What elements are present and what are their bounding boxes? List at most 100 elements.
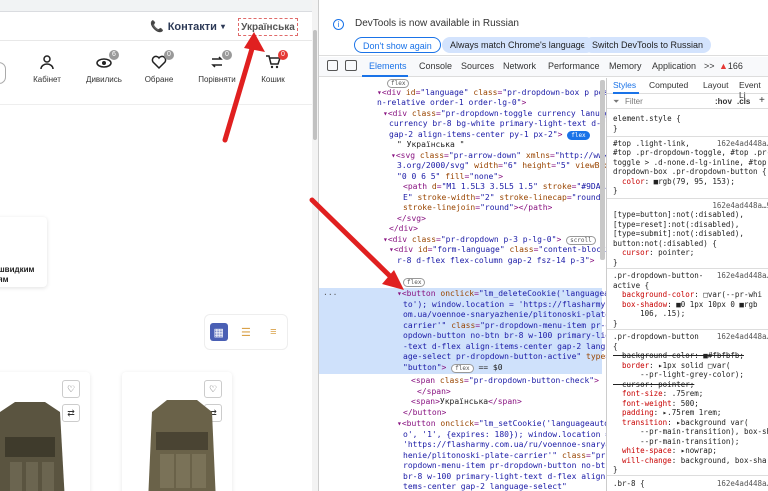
- tab-layout[interactable]: Layout: [703, 80, 729, 91]
- switch-language-button[interactable]: Switch DevTools to Russian: [584, 37, 712, 53]
- tree-line: " Українська ": [397, 140, 465, 149]
- tab-memory[interactable]: Memory: [609, 61, 642, 71]
- product-card[interactable]: ♡ ⇄: [122, 372, 232, 491]
- flex-badge[interactable]: flex: [403, 278, 426, 287]
- style-rule: }: [613, 186, 618, 195]
- compare-button[interactable]: 0 Порівняти: [192, 50, 242, 84]
- tree-line[interactable]: ▾<button onclick="lm_setCookie('language…: [397, 419, 606, 430]
- elements-scrollbar[interactable]: [600, 80, 605, 260]
- tree-line: ropdown-menu-item pr-dropdown-button no-…: [403, 461, 606, 470]
- website-pane: 📞 Контакти ▾ Українська Кабінет 6 Дивили…: [0, 0, 318, 491]
- style-rule: .br-8 { 162e4ad448a…9: [613, 479, 768, 488]
- node-menu-dots[interactable]: ···: [323, 290, 337, 301]
- style-rule: background-color: ■#fbfbfb;: [613, 351, 744, 360]
- account-label: Кабінет: [33, 75, 61, 84]
- header-icons: Кабінет 6 Дивились 0 Обране 0 Порівняти …: [0, 50, 318, 94]
- filter-input[interactable]: Filter: [625, 97, 643, 107]
- rule-separator: [607, 198, 768, 199]
- tree-line: carrier'" class="pr-dropdown-menu-item p…: [403, 321, 606, 330]
- list-view-icon[interactable]: ☰: [237, 323, 255, 341]
- tab-application[interactable]: Application: [652, 61, 696, 71]
- tab-performance[interactable]: Performance: [548, 61, 600, 71]
- contacts-menu[interactable]: 📞 Контакти ▾: [150, 20, 225, 34]
- cls-toggle[interactable]: .cls: [737, 97, 750, 107]
- tree-line-selected[interactable]: ▾<button onclick="lm_deleteCookie('langu…: [397, 289, 606, 300]
- tab-network[interactable]: Network: [503, 61, 536, 71]
- active-tab-indicator: [362, 75, 408, 77]
- favorites-badge: 0: [164, 50, 174, 60]
- favorites-button[interactable]: 0 Обране: [134, 50, 184, 84]
- styles-pane: Styles Computed Layout Event Li ⏷ Filter…: [607, 78, 768, 491]
- inspect-element-icon[interactable]: [327, 60, 338, 71]
- viewed-label: Дивились: [86, 75, 122, 84]
- warning-count-value: 166: [727, 61, 743, 71]
- site-scrollbar-thumb[interactable]: [313, 30, 317, 140]
- style-rule: }: [613, 258, 618, 267]
- style-rule: cursor: pointer;: [622, 248, 695, 257]
- cart-button[interactable]: 0 Кошик: [248, 50, 298, 84]
- tree-line[interactable]: <span>Українська</span>: [411, 397, 522, 408]
- rule-separator: [607, 329, 768, 330]
- compare-badge: 0: [222, 50, 232, 60]
- tree-line: 3.org/2000/svg" width="6" height="5" vie…: [397, 161, 606, 170]
- view-switcher: ▦ ☰ ≡: [204, 314, 288, 350]
- tree-line: tems-center gap-2 language-select": [403, 482, 567, 491]
- tree-line[interactable]: <path d="M1 1.5L3 3.5L5 1.5" stroke="#9D…: [403, 182, 606, 193]
- dont-show-again-button[interactable]: Don't show again: [354, 37, 441, 53]
- account-button[interactable]: Кабінет: [22, 54, 72, 84]
- style-rule: [type=button]:not(:disabled),: [613, 210, 744, 219]
- language-switcher[interactable]: Українська: [238, 18, 298, 36]
- tab-computed[interactable]: Computed: [649, 80, 688, 91]
- style-rule: }: [613, 465, 618, 474]
- tree-line[interactable]: ▾<div class="pr-dropdown-toggle currency…: [383, 109, 606, 120]
- browser-top-strip: [0, 0, 318, 12]
- tab-sources[interactable]: Sources: [461, 61, 494, 71]
- rule-separator: [607, 475, 768, 476]
- style-rule: .pr-dropdown-button 162e4ad448a…9: [613, 332, 768, 341]
- tree-line: to'); window.location = 'https://flashar…: [403, 300, 606, 309]
- style-rule: padding: ▸.75rem 1rem;: [622, 408, 722, 417]
- plate-carrier-image: [148, 400, 216, 491]
- chevron-down-icon: ▾: [220, 22, 225, 31]
- tree-line[interactable]: ▾<svg class="pr-arrow-down" xmlns="http:…: [391, 151, 606, 162]
- tab-console[interactable]: Console: [419, 61, 452, 71]
- flex-badge[interactable]: flex: [567, 131, 590, 140]
- scroll-badge[interactable]: scroll: [566, 236, 596, 245]
- info-icon: i: [333, 19, 344, 30]
- tree-line[interactable]: ▾<div class="pr-dropdown p-3 p-lg-0"> sc…: [383, 235, 596, 246]
- product-card[interactable]: ♡ ⇄: [0, 372, 90, 491]
- tab-styles[interactable]: Styles: [613, 80, 636, 91]
- tree-line: E" stroke-width="2" stroke-linecap="roun…: [403, 193, 606, 202]
- add-rule-icon[interactable]: +: [759, 96, 765, 106]
- compact-view-icon[interactable]: ≡: [264, 323, 282, 341]
- warning-icon: ▲: [719, 61, 728, 71]
- style-rule: --pr-light-grey-color);: [613, 370, 744, 379]
- styles-tabs: Styles Computed Layout Event Li: [607, 78, 768, 99]
- style-rule: element.style {: [613, 114, 681, 123]
- device-toolbar-icon[interactable]: [345, 60, 357, 71]
- warning-count[interactable]: ▲166: [719, 61, 743, 71]
- tree-line[interactable]: <span class="pr-dropdown-button-check">: [411, 376, 599, 387]
- feature-icon: [0, 233, 2, 253]
- language-label: Українська: [241, 21, 295, 33]
- filter-icon: ⏷: [613, 97, 620, 106]
- feature-card[interactable]: швидким ям: [0, 217, 47, 287]
- tab-elements[interactable]: Elements: [369, 61, 407, 71]
- tree-line: "button"> flex == $0: [403, 363, 503, 373]
- hov-toggle[interactable]: :hov: [715, 97, 732, 107]
- tree-line[interactable]: flex: [387, 78, 410, 89]
- more-tabs-button[interactable]: >>: [704, 61, 715, 71]
- tree-line[interactable]: ▾<div id="language" class="pr-dropdown-b…: [377, 88, 606, 99]
- styles-tab-indicator: [613, 92, 639, 94]
- grid-view-icon[interactable]: ▦: [209, 323, 228, 341]
- flex-badge[interactable]: flex: [387, 79, 410, 88]
- match-language-button[interactable]: Always match Chrome's language: [442, 37, 594, 53]
- viewed-button[interactable]: 6 Дивились: [79, 50, 129, 84]
- flex-badge[interactable]: flex: [451, 364, 474, 373]
- style-rule: font-size: .75rem;: [622, 389, 704, 398]
- header-bottom-divider: [0, 104, 318, 105]
- tree-line: age-select pr-dropdown-button-active" ty…: [403, 352, 606, 361]
- tree-line[interactable]: ▾<div id="form-language" class="content-…: [389, 245, 606, 256]
- elements-tree: ··· flex ▾<div id="language" class="pr-d…: [319, 78, 606, 491]
- style-rule: color: ■rgb(79, 95, 153);: [622, 177, 735, 186]
